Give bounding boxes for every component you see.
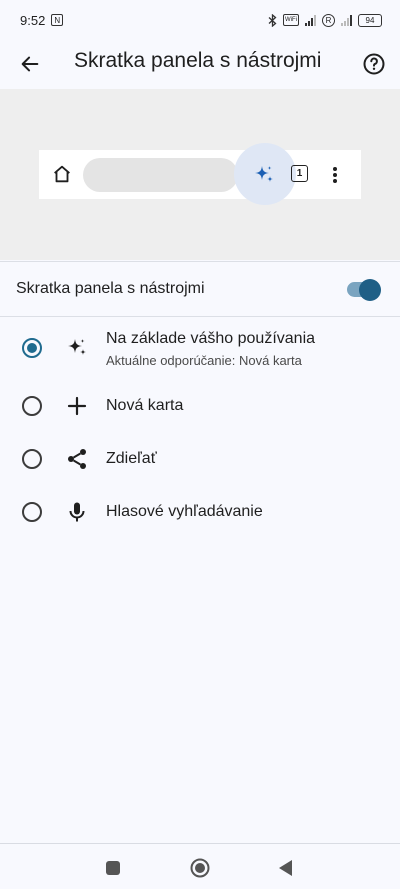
page-title: Skratka panela s nástrojmi — [74, 49, 322, 72]
option-usage-based[interactable]: Na základe vášho používania Aktuálne odp… — [0, 320, 400, 378]
back-triangle-icon[interactable] — [274, 856, 298, 880]
option-subtitle: Aktuálne odporúčanie: Nová karta — [106, 353, 302, 368]
toolbar-preview: 1 — [39, 143, 361, 205]
more-vert-icon — [333, 167, 337, 183]
roaming-badge: R — [322, 13, 335, 27]
option-title: Nová karta — [106, 397, 184, 414]
plus-icon — [67, 396, 87, 416]
option-title: Hlasové vyhľadávanie — [106, 503, 263, 520]
home-icon — [54, 165, 70, 183]
toggle-switch-thumb[interactable] — [359, 279, 381, 301]
help-circle-icon — [363, 53, 385, 75]
radio-voice-search[interactable] — [22, 502, 42, 522]
radio-new-tab[interactable] — [22, 396, 42, 416]
nfc-icon: N — [51, 14, 64, 26]
battery-level: 94 — [365, 15, 375, 25]
tab-count: 1 — [296, 168, 303, 179]
home-circle-icon[interactable] — [188, 856, 212, 880]
radio-usage-based[interactable] — [22, 338, 42, 358]
toolbar-preview-area: 1 — [0, 89, 400, 260]
share-icon — [68, 449, 86, 469]
option-new-tab[interactable]: Nová karta — [0, 380, 400, 432]
mic-icon — [69, 502, 85, 522]
tab-switcher-icon: 1 — [291, 165, 308, 182]
status-time: 9:52 — [20, 12, 46, 28]
option-voice-search[interactable]: Hlasové vyhľadávanie — [0, 486, 400, 538]
option-title: Na základe vášho používania — [106, 330, 316, 347]
toolbar-shortcut-toggle-row[interactable]: Skratka panela s nástrojmi — [0, 262, 400, 316]
signal-icon-2 — [341, 14, 352, 26]
signal-icon-1 — [305, 14, 316, 26]
help-button[interactable] — [354, 44, 394, 84]
vowifi-icon: WiFi — [283, 14, 299, 26]
back-button[interactable] — [10, 44, 50, 84]
sparkle-icon — [68, 339, 86, 355]
recents-square-icon[interactable] — [101, 856, 125, 880]
arrow-back-icon — [21, 56, 39, 72]
system-nav-bar — [0, 843, 400, 889]
sparkle-icon — [255, 166, 273, 182]
divider-options — [0, 316, 400, 317]
status-bar: 9:52 N WiFi R 94 — [0, 0, 400, 40]
option-title: Zdieľať — [106, 450, 157, 467]
battery-icon: 94 — [358, 13, 382, 27]
option-share[interactable]: Zdieľať — [0, 433, 400, 485]
toggle-label: Skratka panela s nástrojmi — [16, 280, 205, 297]
app-bar: Skratka panela s nástrojmi — [0, 40, 400, 88]
omnibox-placeholder — [83, 158, 238, 192]
bluetooth-icon — [268, 13, 277, 27]
radio-share[interactable] — [22, 449, 42, 469]
